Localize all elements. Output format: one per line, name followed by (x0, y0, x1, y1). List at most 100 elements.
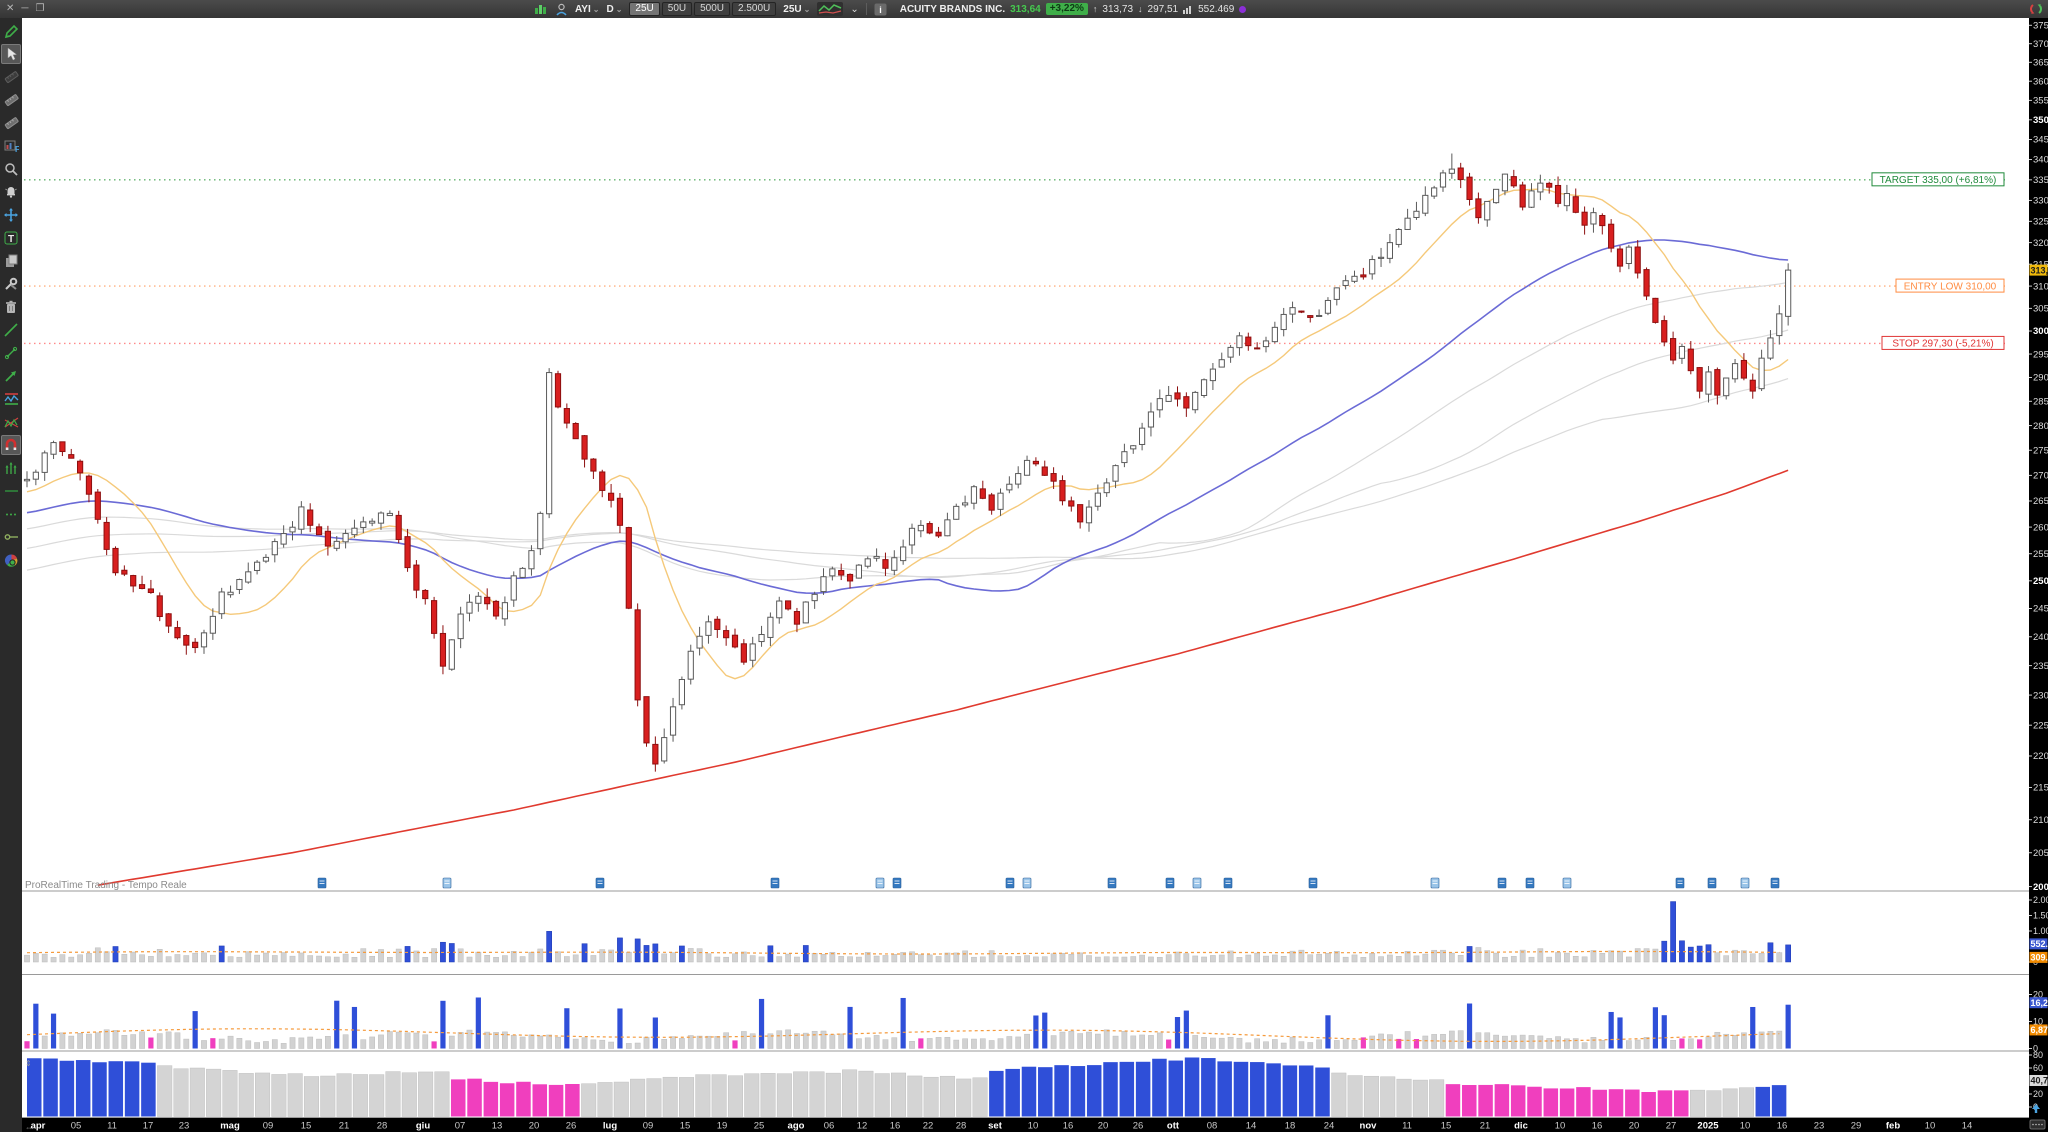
svg-text:mag: mag (220, 1121, 240, 1132)
day-volume: 552.469 (1198, 4, 1234, 15)
timeframe-select[interactable]: D⌄ (606, 4, 622, 15)
svg-text:dic: dic (1514, 1121, 1528, 1132)
duplicate-icon[interactable] (1, 251, 21, 271)
svg-text:285: 285 (2033, 397, 2048, 408)
window-close-button[interactable]: ✕ (6, 0, 14, 18)
svg-text:12: 12 (857, 1121, 868, 1132)
pattern-icon[interactable] (1, 412, 21, 432)
zigzag-icon[interactable] (1, 389, 21, 409)
status-dot (1239, 6, 1246, 13)
svg-text:15: 15 (680, 1121, 691, 1132)
ellipsis-icon[interactable] (1, 504, 21, 524)
svg-text:F: F (15, 145, 19, 153)
svg-text:20: 20 (2033, 1089, 2043, 1099)
chart-style-icon[interactable] (817, 2, 843, 16)
zoom-icon[interactable] (1, 159, 21, 179)
chevron-down-icon[interactable]: ⌄ (850, 4, 858, 15)
svg-text:275: 275 (2033, 445, 2048, 456)
down-arrow-icon: ↓ (1138, 4, 1143, 14)
target-level-label[interactable]: TARGET 335,00 (+6,81%) (1872, 173, 2004, 186)
trendline-icon[interactable] (1, 320, 21, 340)
chevron-down-icon: ⌄ (804, 5, 811, 14)
hline-icon[interactable] (1, 481, 21, 501)
zoom-button-25u[interactable]: 25U (629, 2, 659, 16)
svg-text:370: 370 (2033, 39, 2048, 50)
window-minimize-button[interactable]: ─ (21, 0, 28, 18)
alert-bell-icon[interactable] (1, 182, 21, 202)
user-share-icon[interactable] (555, 3, 568, 16)
top-toolbar: ✕ ─ ❐ AYI⌄ D⌄ 25U50U500U2.500U 25U⌄ (0, 0, 2048, 18)
ruler-icon[interactable] (1, 90, 21, 110)
svg-text:T: T (8, 234, 14, 245)
svg-text:210: 210 (2033, 815, 2048, 826)
svg-text:STOP 297,30 (-5,21%): STOP 297,30 (-5,21%) (1892, 339, 1993, 350)
svg-text:23: 23 (1814, 1121, 1825, 1132)
svg-text:305: 305 (2033, 304, 2048, 315)
svg-text:80: 80 (2033, 1050, 2043, 1060)
svg-text:335: 335 (2033, 175, 2048, 186)
symbol-select[interactable]: AYI⌄ (575, 4, 599, 15)
svg-text:16: 16 (1063, 1121, 1074, 1132)
color-wheel-icon[interactable] (1, 550, 21, 570)
svg-text:11: 11 (107, 1121, 117, 1132)
units-select[interactable]: 25U⌄ (783, 4, 810, 15)
magnet-icon[interactable] (1, 435, 21, 455)
cursor-pointer-icon[interactable] (1, 44, 21, 64)
svg-text:feb: feb (1886, 1121, 1900, 1132)
panel-handle-icon[interactable]: ⇕ (25, 1059, 32, 1068)
svg-text:280: 280 (2033, 421, 2048, 432)
svg-text:40,790: 40,790 (2031, 1076, 2048, 1086)
svg-text:225: 225 (2033, 720, 2048, 731)
arrow-tool-icon[interactable] (1, 366, 21, 386)
svg-text:270: 270 (2033, 471, 2048, 482)
svg-text:10: 10 (1028, 1121, 1039, 1132)
entry-level-label[interactable]: ENTRY LOW 310,00 (1896, 279, 2004, 292)
day-high: 313,73 (1102, 4, 1133, 15)
zoom-button-50u[interactable]: 50U (662, 2, 692, 16)
volume-bars-icon (1183, 4, 1193, 14)
watermark: ProRealTime Trading - Tempo Reale (25, 880, 187, 891)
segment-icon[interactable] (1, 343, 21, 363)
svg-text:ENTRY LOW 310,00: ENTRY LOW 310,00 (1904, 281, 1997, 292)
svg-text:26: 26 (566, 1121, 577, 1132)
trash-icon[interactable] (1, 297, 21, 317)
zoom-button-2.500u[interactable]: 2.500U (732, 2, 776, 16)
svg-text:05: 05 (71, 1121, 82, 1132)
svg-text:10: 10 (1740, 1121, 1751, 1132)
refresh-icon[interactable] (2028, 1, 2044, 20)
svg-text:330: 330 (2033, 196, 2048, 207)
svg-text:20: 20 (529, 1121, 540, 1132)
info-icon[interactable]: i (874, 3, 887, 16)
svg-text:23: 23 (179, 1121, 190, 1132)
svg-text:350: 350 (2033, 115, 2048, 126)
pitchfork-icon[interactable] (1, 458, 21, 478)
svg-text:13: 13 (492, 1121, 503, 1132)
svg-text:10: 10 (1555, 1121, 1566, 1132)
svg-text:17: 17 (143, 1121, 154, 1132)
ruler-alt-icon[interactable] (1, 113, 21, 133)
window-restore-button[interactable]: ❐ (35, 0, 44, 18)
move-icon[interactable] (1, 205, 21, 225)
zoom-button-500u[interactable]: 500U (694, 2, 730, 16)
svg-text:24: 24 (1324, 1121, 1335, 1132)
text-tool-icon[interactable]: T (1, 228, 21, 248)
svg-text:19: 19 (717, 1121, 728, 1132)
draw-pencil-icon[interactable] (1, 21, 21, 41)
svg-text:313,64: 313,64 (2031, 265, 2048, 275)
chart-canvas[interactable]: TARGET 335,00 (+6,81%) ENTRY LOW 310,00 ST… (22, 18, 2048, 1132)
svg-text:07: 07 (455, 1121, 466, 1132)
day-low: 297,51 (1148, 4, 1179, 15)
indicator-chart-icon[interactable]: F (1, 136, 21, 156)
anchor-line-icon[interactable] (1, 527, 21, 547)
axis-handle-icon[interactable]: ⇔ (25, 1123, 33, 1132)
change-badge: +3,22% (1046, 3, 1088, 15)
stop-level-label[interactable]: STOP 297,30 (-5,21%) (1882, 336, 2004, 349)
mini-candles-icon[interactable] (534, 3, 548, 15)
tools-icon[interactable] (1, 274, 21, 294)
svg-text:200: 200 (2033, 882, 2048, 893)
svg-text:09: 09 (263, 1121, 274, 1132)
ruler-dark-icon[interactable] (1, 67, 21, 87)
svg-text:18: 18 (1285, 1121, 1296, 1132)
up-arrow-icon: ↑ (1093, 4, 1098, 14)
divider (866, 3, 867, 15)
